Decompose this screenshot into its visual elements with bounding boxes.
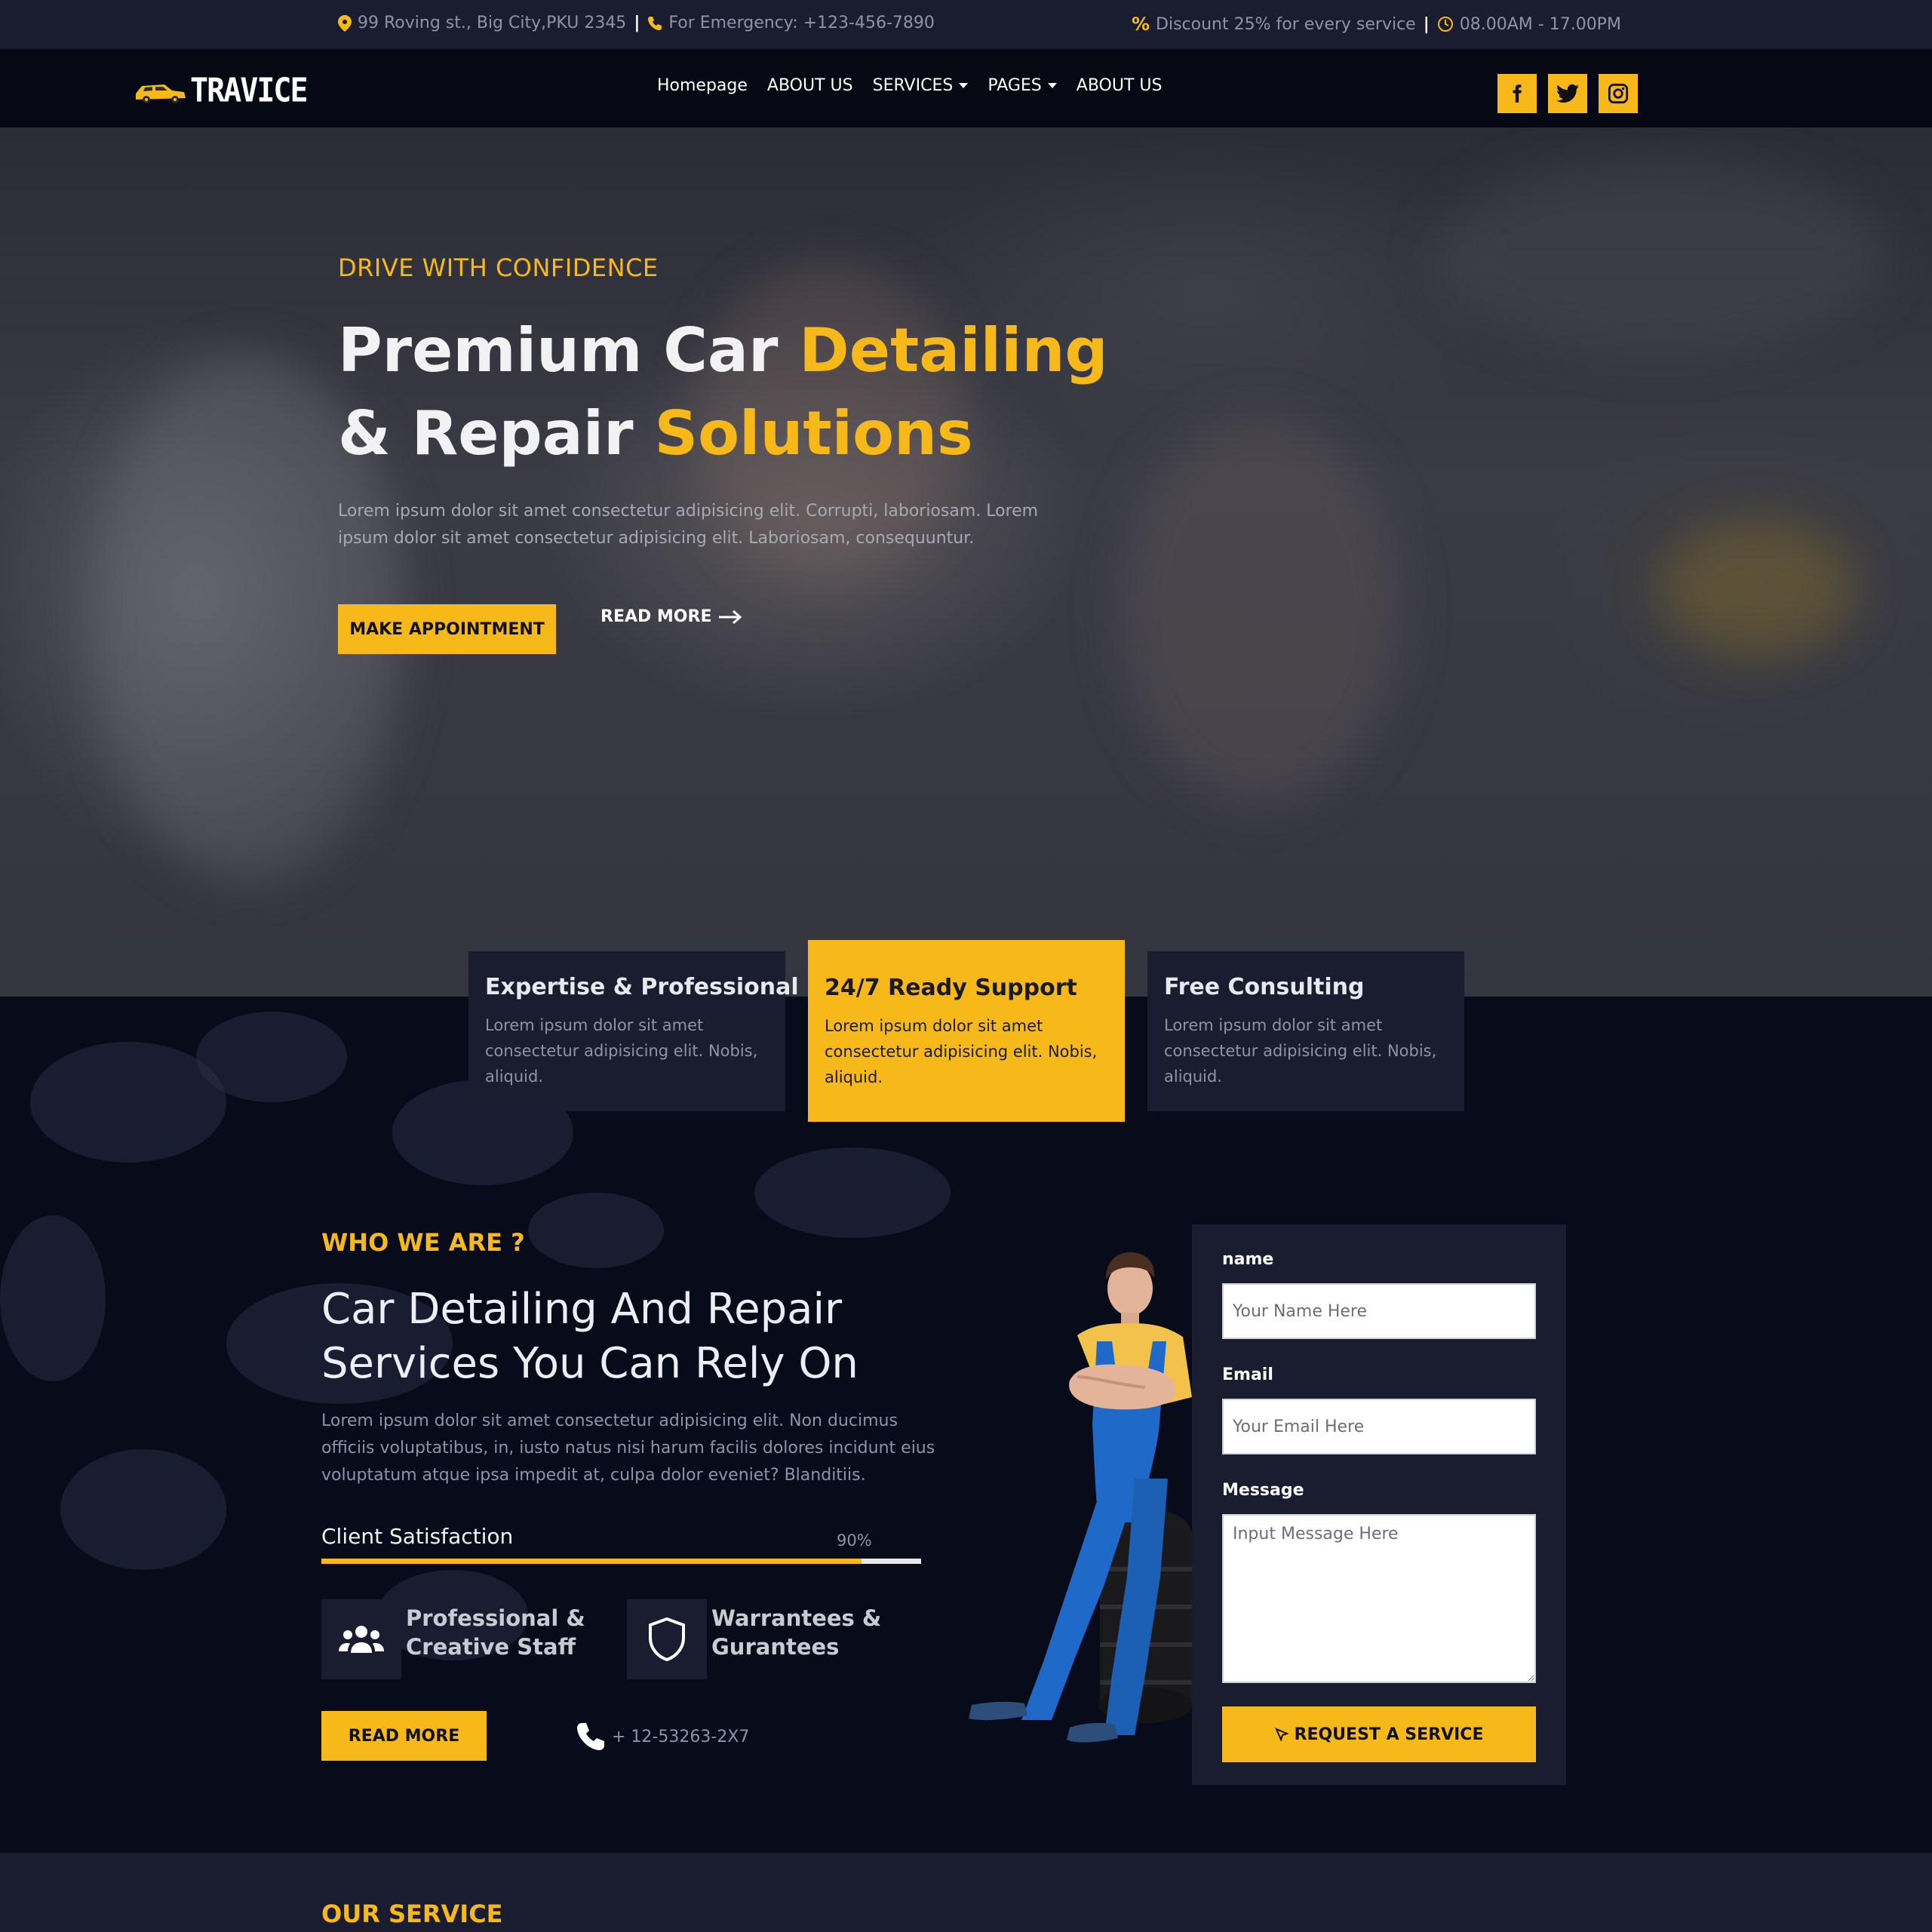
send-icon xyxy=(1274,1728,1289,1741)
arrow-right-icon xyxy=(719,610,742,624)
hero-photo-shape xyxy=(1660,520,1856,656)
nav-label: SERVICES xyxy=(872,76,954,95)
staff-icon-box xyxy=(321,1599,401,1679)
mechanic-illustration xyxy=(969,1252,1192,1743)
hours-text: 08.00AM - 17.00PM xyxy=(1459,14,1621,34)
percent-icon: % xyxy=(1132,14,1150,35)
hero-title-text: & Repair xyxy=(338,398,655,468)
hero-section xyxy=(0,127,1932,997)
contact-info: 99 Roving st., Big City,PKU 2345 | For E… xyxy=(338,14,935,32)
nav-label: ABOUT US xyxy=(766,76,853,95)
separator: | xyxy=(1423,14,1430,34)
location-pin-icon xyxy=(338,14,352,32)
contact-phone[interactable]: + 12-53263-2X7 xyxy=(576,1722,749,1752)
car-logo-icon xyxy=(136,84,186,103)
main-navigation: TRAVICE Homepage ABOUT US SERVICES PAGES… xyxy=(0,49,1932,127)
name-label: name xyxy=(1222,1250,1274,1269)
warranty-icon-box xyxy=(627,1599,707,1679)
feature-card-consulting: Free Consulting Lorem ipsum dolor sit am… xyxy=(1147,951,1464,1111)
promo-info: % Discount 25% for every service | 08.00… xyxy=(1132,14,1621,35)
top-info-bar: 99 Roving st., Big City,PKU 2345 | For E… xyxy=(0,0,1932,49)
about-title: Car Detailing And Repair Services You Ca… xyxy=(321,1285,858,1388)
hero-read-more-link[interactable]: READ MORE xyxy=(600,607,743,626)
phone-icon xyxy=(577,1723,604,1750)
feature-title: Free Consulting xyxy=(1164,974,1365,1000)
feature-line: Creative Staff xyxy=(406,1634,576,1660)
message-field[interactable] xyxy=(1222,1514,1536,1683)
feature-line: Warrantees & xyxy=(711,1605,882,1631)
about-eyebrow: WHO WE ARE ? xyxy=(321,1228,525,1257)
clock-icon xyxy=(1437,16,1454,32)
nav-services[interactable]: SERVICES xyxy=(873,76,969,95)
texture-speck xyxy=(754,1147,951,1238)
feature-text: Lorem ipsum dolor sit amet consectetur a… xyxy=(825,1017,1098,1086)
texture-speck xyxy=(60,1449,226,1570)
staff-feature-label: Professional & Creative Staff xyxy=(406,1604,585,1661)
satisfaction-percent: 90% xyxy=(837,1531,872,1550)
shield-icon xyxy=(649,1617,685,1662)
emergency-phone[interactable]: For Emergency: +123-456-7890 xyxy=(668,14,935,32)
chevron-down-icon xyxy=(1047,83,1057,88)
hero-description: Lorem ipsum dolor sit amet consectetur a… xyxy=(338,502,1039,548)
users-icon xyxy=(339,1626,384,1653)
nav-about-us[interactable]: ABOUT US xyxy=(767,76,853,95)
nav-label: PAGES xyxy=(988,76,1042,95)
make-appointment-button[interactable]: MAKE APPOINTMENT xyxy=(338,604,556,654)
hero-title-highlight: Solutions xyxy=(654,398,973,468)
nav-about-us-2[interactable]: ABOUT US xyxy=(1077,76,1163,95)
hero-photo-shape xyxy=(1433,158,1886,354)
email-field[interactable] xyxy=(1222,1399,1536,1454)
phone-icon xyxy=(647,16,662,31)
phone-number: + 12-53263-2X7 xyxy=(612,1727,750,1746)
feature-line: Gurantees xyxy=(711,1634,840,1660)
address-text: 99 Roving st., Big City,PKU 2345 xyxy=(358,14,627,32)
about-read-more-button[interactable]: READ MORE xyxy=(321,1711,487,1761)
discount-text: Discount 25% for every service xyxy=(1156,14,1416,34)
texture-speck xyxy=(0,1215,106,1381)
service-eyebrow: OUR SERVICE xyxy=(321,1900,503,1928)
feature-title: Expertise & Professional xyxy=(485,974,799,1000)
feature-text: Lorem ipsum dolor sit amet consectetur a… xyxy=(485,1016,758,1086)
nav-label: Homepage xyxy=(657,76,748,95)
hero-eyebrow: DRIVE WITH CONFIDENCE xyxy=(338,253,659,282)
texture-speck xyxy=(528,1193,664,1268)
hero-photo-shape xyxy=(1117,414,1403,806)
logo-text: TRAVICE xyxy=(190,71,309,110)
feature-title: 24/7 Ready Support xyxy=(825,975,1077,1001)
service-request-form: name Email Message REQUEST A SERVICE xyxy=(1192,1224,1566,1785)
feature-text: Lorem ipsum dolor sit amet consectetur a… xyxy=(1164,1016,1437,1086)
warranty-feature-label: Warrantees & Gurantees xyxy=(711,1604,881,1661)
satisfaction-label: Client Satisfaction xyxy=(321,1524,514,1549)
instagram-icon[interactable] xyxy=(1599,74,1638,113)
hero-title-text: Premium Car xyxy=(338,315,800,385)
about-description: Lorem ipsum dolor sit amet consectetur a… xyxy=(321,1411,935,1485)
hero-title-highlight: Detailing xyxy=(799,315,1108,385)
feature-line: Professional & xyxy=(406,1605,585,1631)
request-service-button[interactable]: REQUEST A SERVICE xyxy=(1222,1706,1536,1762)
read-more-label: READ MORE xyxy=(600,607,712,626)
feature-card-expertise: Expertise & Professional Lorem ipsum dol… xyxy=(468,951,799,1111)
nav-label: ABOUT US xyxy=(1076,76,1163,95)
hero-title: Premium Car Detailing & Repair Solutions xyxy=(338,309,1108,475)
nav-links: Homepage ABOUT US SERVICES PAGES ABOUT U… xyxy=(657,76,1162,95)
hero-title-line-2: & Repair Solutions xyxy=(338,392,1108,475)
twitter-icon[interactable] xyxy=(1548,74,1587,113)
request-service-label: REQUEST A SERVICE xyxy=(1294,1725,1484,1744)
chevron-down-icon xyxy=(959,83,969,88)
nav-pages[interactable]: PAGES xyxy=(988,76,1057,95)
name-field[interactable] xyxy=(1222,1283,1536,1339)
separator: | xyxy=(634,14,640,32)
message-label: Message xyxy=(1222,1481,1304,1500)
service-section xyxy=(0,1853,1932,1932)
texture-speck xyxy=(196,1012,347,1102)
facebook-icon[interactable] xyxy=(1497,74,1537,113)
nav-homepage[interactable]: Homepage xyxy=(657,76,748,95)
email-label: Email xyxy=(1222,1365,1273,1384)
satisfaction-progress-bar xyxy=(321,1559,921,1564)
social-links xyxy=(1497,74,1638,113)
satisfaction-progress-fill xyxy=(321,1559,862,1564)
logo[interactable]: TRAVICE xyxy=(134,71,309,110)
hero-title-line-1: Premium Car Detailing xyxy=(338,309,1108,392)
feature-card-support: 24/7 Ready Support Lorem ipsum dolor sit… xyxy=(808,940,1125,1122)
